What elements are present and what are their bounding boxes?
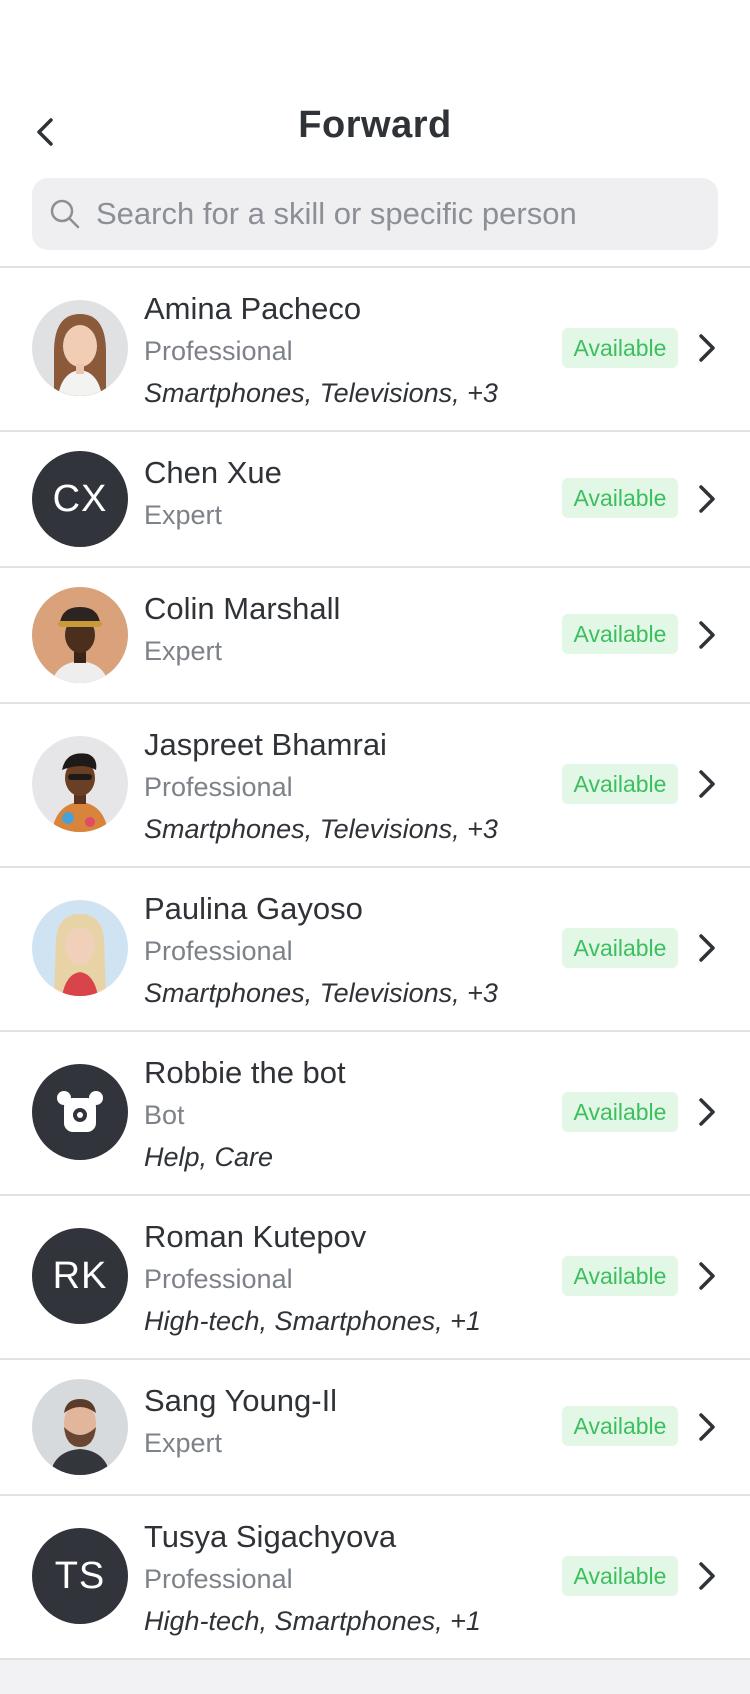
contact-skills: Smartphones, Televisions, +3	[144, 814, 498, 844]
contact-name: Chen Xue	[144, 455, 282, 490]
contact-skills: Smartphones, Televisions, +3	[144, 378, 498, 408]
avatar-photo	[32, 736, 128, 832]
contact-role: Expert	[144, 1428, 223, 1458]
chevron-right-icon	[696, 768, 718, 800]
header: Forward	[0, 0, 750, 268]
contact-row[interactable]: TS Tusya Sigachyova Professional High-te…	[0, 1496, 750, 1660]
status-badge: Available	[562, 1406, 678, 1446]
avatar-photo	[32, 1379, 128, 1475]
contact-row[interactable]: Robbie the bot Bot Help, Care Available	[0, 1032, 750, 1196]
contact-name: Robbie the bot	[144, 1055, 346, 1090]
contact-row[interactable]: CX Chen Xue Expert Available	[0, 432, 750, 568]
chevron-right-icon	[696, 1260, 718, 1292]
search-icon	[48, 197, 82, 231]
chevron-right-icon	[696, 1411, 718, 1443]
contact-role: Professional	[144, 1264, 293, 1294]
contact-skills: Smartphones, Televisions, +3	[144, 978, 498, 1008]
search-input[interactable]	[94, 195, 698, 233]
avatar-initials: RK	[32, 1228, 128, 1324]
contact-name: Jaspreet Bhamrai	[144, 727, 387, 762]
chevron-right-icon	[696, 932, 718, 964]
contact-role: Professional	[144, 936, 293, 966]
contact-skills: High-tech, Smartphones, +1	[144, 1606, 481, 1636]
status-badge: Available	[562, 928, 678, 968]
contact-role: Professional	[144, 772, 293, 802]
contact-name: Amina Pacheco	[144, 291, 362, 326]
contact-name: Tusya Sigachyova	[144, 1519, 397, 1554]
contact-skills: Help, Care	[144, 1142, 274, 1172]
contact-role: Expert	[144, 500, 223, 530]
chevron-right-icon	[696, 332, 718, 364]
chevron-right-icon	[696, 483, 718, 515]
status-badge: Available	[562, 478, 678, 518]
avatar-initials: CX	[32, 451, 128, 547]
contact-role: Professional	[144, 1564, 293, 1594]
avatar-initials: TS	[32, 1528, 128, 1624]
chevron-right-icon	[696, 1560, 718, 1592]
chevron-right-icon	[696, 1096, 718, 1128]
bot-icon	[57, 1091, 103, 1132]
contact-role: Bot	[144, 1100, 185, 1130]
status-badge: Available	[562, 614, 678, 654]
status-badge: Available	[562, 1092, 678, 1132]
status-badge: Available	[562, 764, 678, 804]
contact-skills: High-tech, Smartphones, +1	[144, 1306, 481, 1336]
contact-name: Colin Marshall	[144, 591, 341, 626]
contact-row[interactable]: Amina Pacheco Professional Smartphones, …	[0, 268, 750, 432]
avatar-photo	[32, 900, 128, 996]
contact-name: Roman Kutepov	[144, 1219, 367, 1254]
status-badge: Available	[562, 1256, 678, 1296]
forward-screen: Forward A	[0, 0, 750, 1694]
contact-row[interactable]: Paulina Gayoso Professional Smartphones,…	[0, 868, 750, 1032]
contact-row[interactable]: Jaspreet Bhamrai Professional Smartphone…	[0, 704, 750, 868]
page-title: Forward	[298, 104, 452, 146]
avatar-photo	[32, 300, 128, 396]
contact-list: Amina Pacheco Professional Smartphones, …	[0, 268, 750, 1660]
status-badge: Available	[562, 1556, 678, 1596]
search-bar[interactable]	[32, 178, 718, 250]
contact-name: Sang Young-Il	[144, 1383, 338, 1418]
contact-role: Expert	[144, 636, 223, 666]
chevron-right-icon	[696, 619, 718, 651]
contact-row[interactable]: Sang Young-Il Expert Available	[0, 1360, 750, 1496]
avatar-photo	[32, 587, 128, 683]
contact-role: Professional	[144, 336, 293, 366]
status-badge: Available	[562, 328, 678, 368]
avatar-bot	[32, 1064, 128, 1160]
contact-name: Paulina Gayoso	[144, 891, 363, 926]
contact-row[interactable]: Colin Marshall Expert Available	[0, 568, 750, 704]
contact-row[interactable]: RK Roman Kutepov Professional High-tech,…	[0, 1196, 750, 1360]
